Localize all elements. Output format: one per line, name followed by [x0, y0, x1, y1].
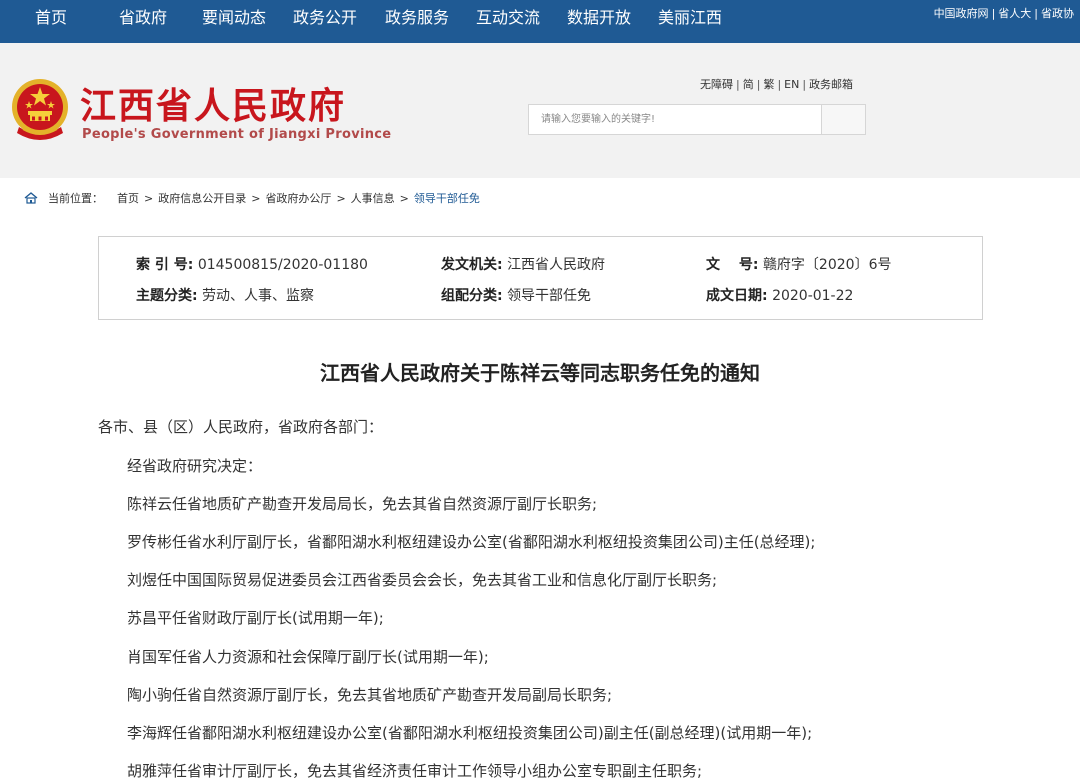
info-label: 索 引 号:: [136, 257, 194, 273]
article-paragraph: 苏昌平任省财政厅副厅长(试用期一年);: [127, 609, 384, 627]
utility-links: 无障碍 | 简 | 繁 | EN | 政务邮箱: [700, 76, 853, 92]
article-paragraph: 胡雅萍任省审计厅副厅长，免去其省经济责任审计工作领导小组办公室专职副主任职务;: [127, 762, 703, 780]
breadcrumb-current[interactable]: 领导干部任免: [414, 190, 480, 206]
breadcrumb-personnel[interactable]: 人事信息: [351, 190, 395, 206]
article-title: 江西省人民政府关于陈祥云等同志职务任免的通知: [320, 361, 760, 385]
nav-interaction[interactable]: 互动交流: [476, 0, 540, 43]
divider: |: [1034, 7, 1038, 20]
article-paragraph: 肖国军任省人力资源和社会保障厅副厅长(试用期一年);: [127, 648, 489, 666]
info-label: 成文日期:: [706, 288, 768, 304]
breadcrumb-home[interactable]: 首页: [117, 190, 139, 206]
article-paragraph: 陈祥云任省地质矿产勘查开发局局长，免去其省自然资源厅副厅长职务;: [127, 495, 598, 513]
document-info-box: 索 引 号: 014500815/2020-01180 发文机关: 江西省人民政…: [98, 236, 983, 320]
nav-data-open[interactable]: 数据开放: [567, 0, 631, 43]
info-value: 江西省人民政府: [507, 257, 606, 273]
info-topic: 主题分类: 劳动、人事、监察: [136, 285, 314, 305]
top-nav: 首页 省政府 要闻动态 政务公开 政务服务 互动交流 数据开放 美丽江西 中国政…: [0, 0, 1080, 43]
breadcrumb-separator: >: [251, 191, 261, 205]
info-value: 014500815/2020-01180: [197, 257, 368, 273]
info-index-number: 索 引 号: 014500815/2020-01180: [136, 254, 368, 274]
article-paragraph: 罗传彬任省水利厅副厅长，省鄱阳湖水利枢纽建设办公室(省鄱阳湖水利枢纽投资集团公司…: [127, 533, 816, 551]
search-input[interactable]: 请输入您要输入的关键字!: [528, 104, 822, 135]
search-button[interactable]: [822, 104, 866, 135]
national-emblem-icon: [12, 79, 68, 140]
nav-gov-affairs-open[interactable]: 政务公开: [293, 0, 357, 43]
breadcrumb-info-catalog[interactable]: 政府信息公开目录: [158, 190, 246, 206]
info-category: 组配分类: 领导干部任免: [441, 285, 591, 305]
breadcrumb: 当前位置： 首页 > 政府信息公开目录 > 省政府办公厅 > 人事信息 > 领导…: [24, 190, 480, 206]
link-gov-mail[interactable]: 政务邮箱: [809, 78, 853, 91]
divider: |: [736, 78, 740, 91]
nav-gov-services[interactable]: 政务服务: [385, 0, 449, 43]
breadcrumb-separator: >: [144, 191, 154, 205]
info-value: 领导干部任免: [507, 288, 592, 304]
info-issuer: 发文机关: 江西省人民政府: [441, 254, 605, 274]
nav-home[interactable]: 首页: [35, 0, 67, 43]
info-doc-number: 文 号: 赣府字〔2020〕6号: [706, 254, 891, 274]
info-label: 组配分类:: [441, 288, 503, 304]
article-paragraph: 陶小驹任省自然资源厅副厅长，免去其省地质矿产勘查开发局副局长职务;: [127, 686, 613, 704]
article-paragraph: 刘煜任中国国际贸易促进委员会江西省委员会会长，免去其省工业和信息化厅副厅长职务;: [127, 571, 718, 589]
site-title[interactable]: 江西省人民政府: [80, 77, 346, 129]
site-subtitle: People's Government of Jiangxi Province: [82, 127, 392, 142]
info-label: 主题分类:: [136, 288, 198, 304]
article-salutation: 各市、县（区）人民政府，省政府各部门：: [98, 418, 384, 436]
divider: |: [777, 78, 782, 91]
link-cppcc[interactable]: 省政协: [1041, 7, 1074, 20]
link-china-gov[interactable]: 中国政府网: [934, 7, 989, 20]
info-value: 2020-01-22: [772, 288, 854, 304]
breadcrumb-separator: >: [336, 191, 346, 205]
info-date: 成文日期: 2020-01-22: [706, 285, 853, 305]
link-accessibility[interactable]: 无障碍: [700, 78, 733, 91]
nav-province-gov[interactable]: 省政府: [119, 0, 167, 43]
home-icon: [24, 192, 38, 204]
link-npc[interactable]: 省人大: [998, 7, 1031, 20]
article-paragraph: 李海辉任省鄱阳湖水利枢纽建设办公室(省鄱阳湖水利枢纽投资集团公司)副主任(副总经…: [127, 724, 813, 742]
info-value: 劳动、人事、监察: [202, 288, 315, 304]
link-simplified[interactable]: 简: [743, 78, 754, 91]
divider: |: [991, 7, 996, 20]
external-links: 中国政府网 | 省人大 | 省政协: [934, 0, 1074, 28]
nav-news[interactable]: 要闻动态: [202, 0, 266, 43]
article-paragraph: 经省政府研究决定：: [127, 457, 263, 475]
breadcrumb-office[interactable]: 省政府办公厅: [265, 190, 331, 206]
link-english[interactable]: EN: [784, 78, 799, 91]
info-label: 发文机关:: [441, 257, 503, 273]
link-traditional[interactable]: 繁: [763, 78, 774, 91]
breadcrumb-label: 当前位置：: [48, 192, 103, 205]
divider: |: [802, 78, 807, 91]
breadcrumb-separator: >: [399, 191, 409, 205]
info-value: 赣府字〔2020〕6号: [762, 257, 892, 273]
info-label: 文 号:: [706, 257, 759, 273]
divider: |: [756, 78, 761, 91]
site-header: 江西省人民政府 People's Government of Jiangxi P…: [0, 43, 1080, 178]
nav-beautiful-jiangxi[interactable]: 美丽江西: [658, 0, 722, 43]
